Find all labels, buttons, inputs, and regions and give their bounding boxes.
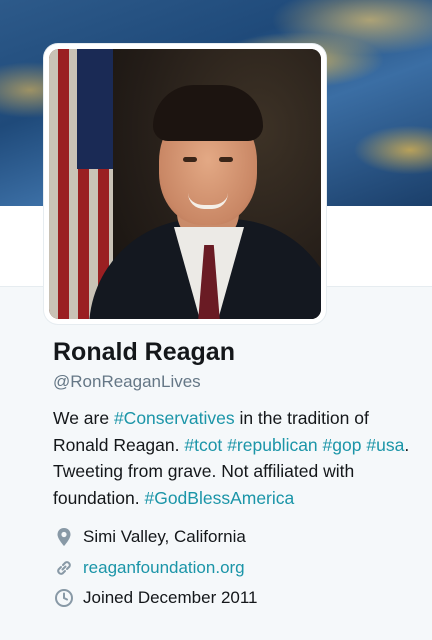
bio-hashtag-link[interactable]: #Conservatives bbox=[114, 408, 235, 428]
portrait-eye-left bbox=[183, 157, 197, 162]
flag-canton bbox=[77, 49, 113, 169]
bio-text: We are bbox=[53, 408, 114, 428]
avatar[interactable] bbox=[44, 44, 326, 324]
calendar-clock-icon bbox=[53, 587, 75, 609]
profile-joined: Joined December 2011 bbox=[53, 585, 258, 611]
joined-label: Joined December 2011 bbox=[83, 588, 258, 607]
location-label: Simi Valley, California bbox=[83, 527, 246, 546]
bio-hashtag-link[interactable]: #tcot bbox=[184, 435, 222, 455]
profile-website[interactable]: reaganfoundation.org bbox=[53, 555, 245, 581]
bio-hashtag-link[interactable]: #GodBlessAmerica bbox=[144, 488, 294, 508]
portrait-eye-right bbox=[219, 157, 233, 162]
profile-handle[interactable]: @RonReaganLives bbox=[53, 372, 201, 392]
profile-name[interactable]: Ronald Reagan bbox=[53, 338, 235, 367]
profile-location: Simi Valley, California bbox=[53, 524, 246, 550]
link-icon bbox=[53, 557, 75, 579]
bio-hashtag-link[interactable]: #republican bbox=[227, 435, 317, 455]
bio-hashtag-link[interactable]: #usa bbox=[366, 435, 404, 455]
location-pin-icon bbox=[53, 526, 75, 548]
profile-bio: We are #Conservatives in the tradition o… bbox=[53, 405, 413, 511]
bio-hashtag-link[interactable]: #gop bbox=[323, 435, 362, 455]
portrait-hair bbox=[153, 85, 263, 141]
website-link[interactable]: reaganfoundation.org bbox=[83, 558, 245, 578]
avatar-photo bbox=[49, 49, 321, 319]
